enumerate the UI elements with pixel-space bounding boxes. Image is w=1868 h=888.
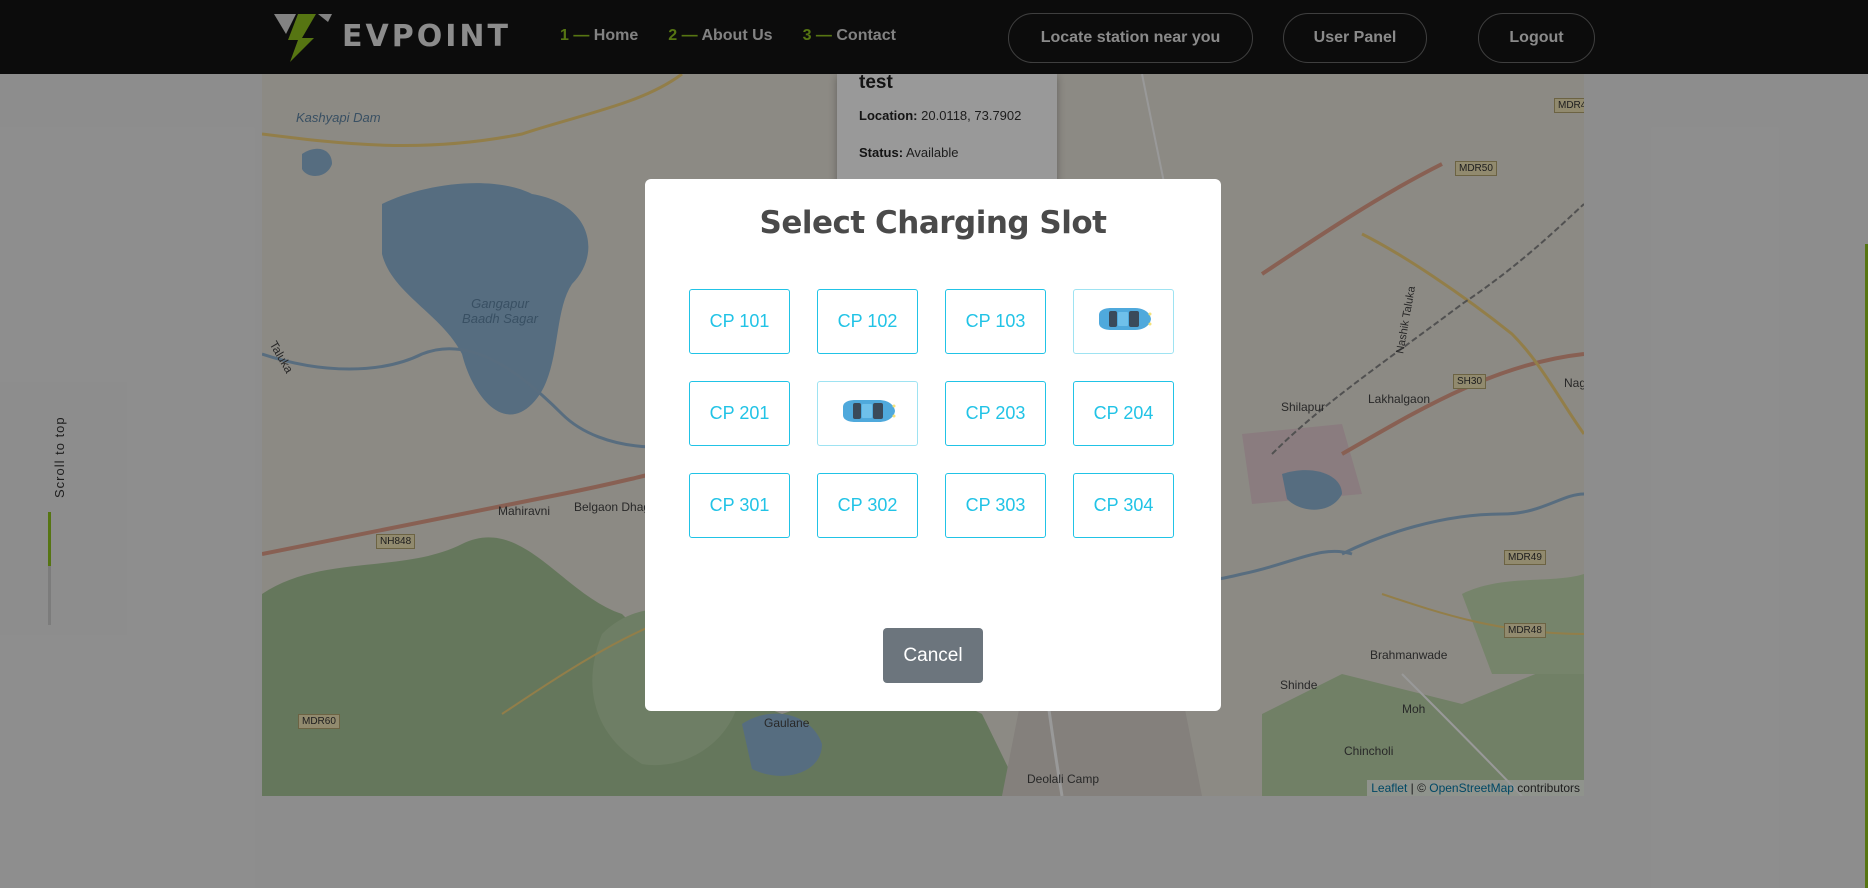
slot-button[interactable]: CP 203 [945,381,1046,446]
slot-button[interactable]: CP 204 [1073,381,1174,446]
slot-button[interactable]: CP 303 [945,473,1046,538]
slot-button[interactable]: CP 301 [689,473,790,538]
occupied-slot[interactable] [817,381,918,446]
modal-title: Select Charging Slot [759,205,1107,241]
slot-button[interactable]: CP 102 [817,289,918,354]
car-icon [839,398,897,429]
slot-button[interactable]: CP 302 [817,473,918,538]
slot-button[interactable]: CP 304 [1073,473,1174,538]
slot-button[interactable]: CP 201 [689,381,790,446]
car-icon [1095,306,1153,337]
slot-button[interactable]: CP 101 [689,289,790,354]
slot-button[interactable]: CP 103 [945,289,1046,354]
cancel-button[interactable]: Cancel [883,628,983,683]
slot-grid: CP 101 CP 102 CP 103 CP 201 CP 203 CP 204 CP 3… [689,289,1174,538]
occupied-slot[interactable] [1073,289,1174,354]
charging-slot-modal: Select Charging Slot CP 101 CP 102 CP 103 C… [645,179,1221,711]
